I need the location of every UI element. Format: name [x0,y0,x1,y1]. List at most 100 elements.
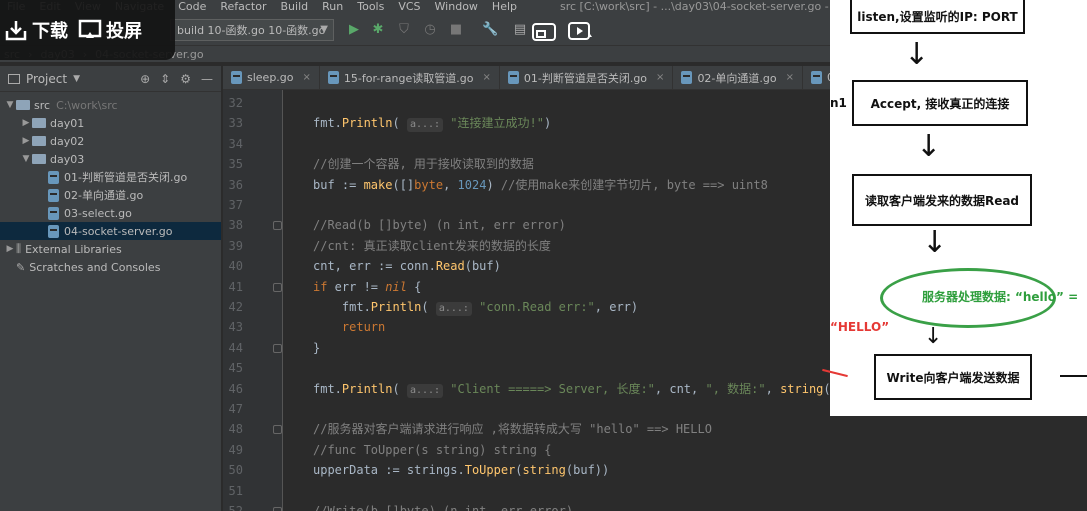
code-text: return [341,320,386,335]
flow-box-read: 读取客户端发来的数据Read [852,174,1032,226]
project-panel-title[interactable]: Project [26,72,67,86]
run-config-select[interactable]: build 10-函数.go 10-函数.go ▼ [170,19,334,41]
layout-icon[interactable]: ▤ [512,22,528,38]
code-line[interactable]: 46 fmt.Println( a...: "Client =====> Serv… [223,379,830,399]
tree-item[interactable]: ▼ src C:\work\src [0,96,221,114]
code-line[interactable]: 41 if err != nil { [223,277,830,297]
close-icon[interactable]: × [786,72,794,83]
code-line[interactable]: 37 [223,195,830,215]
code-line[interactable]: 40 cnt, err := conn.Read(buf) [223,256,830,276]
profile-icon[interactable]: ◷ [422,22,438,38]
arrow-down-icon: ↓ [922,225,948,260]
chevron-right-icon[interactable]: ▶ [20,118,32,128]
flow-box-accept: Accept, 接收真正的连接 [852,80,1028,126]
tree-item[interactable]: 04-socket-server.go [0,222,221,240]
tree-item[interactable]: 03-select.go [0,204,221,222]
code-line[interactable]: 35 //创建一个容器, 用于接收读取到的数据 [223,154,830,174]
fold-marker-icon[interactable] [273,507,282,511]
chevron-right-icon[interactable]: ▶ [20,136,32,146]
code-line[interactable]: 44} [223,338,830,358]
gear-icon[interactable]: ⚙ [180,72,191,86]
locate-icon[interactable]: ⊕ [140,72,150,86]
tree-item-label: External Libraries [25,242,122,256]
run-icon[interactable]: ▶ [346,22,362,38]
chevron-down-icon[interactable]: ▼ [73,74,80,84]
close-icon[interactable]: × [482,72,490,83]
chevron-down-icon[interactable]: ▼ [20,154,32,164]
tree-item[interactable]: ▶ ⫼ External Libraries [0,240,221,258]
tree-item-label: 03-select.go [64,206,132,220]
collapse-all-icon[interactable]: ⇕ [160,72,170,86]
coverage-icon[interactable]: ⛉ [396,22,412,38]
code-editor[interactable]: 32 33 fmt.Println( a...: "连接建立成功!") 34 35 //创… [223,90,830,511]
menu-item-build[interactable]: Build [274,0,316,12]
menu-item-window[interactable]: Window [428,0,485,12]
stop-icon[interactable]: ■ [448,22,464,38]
code-line[interactable]: 42 fmt.Println( a...: "conn.Read err:", … [223,297,830,317]
code-text: fmt.Println( a...: "连接建立成功!") [313,116,552,133]
fold-marker-icon[interactable] [273,425,282,435]
line-number: 34 [228,136,243,151]
debug-icon[interactable]: ✱ [370,22,386,38]
chevron-down-icon[interactable]: ▼ [4,100,16,110]
code-text: //cnt: 真正读取client发来的数据的长度 [313,238,551,253]
code-line[interactable]: 34 [223,134,830,154]
tree-item-path: C:\work\src [56,98,118,112]
tree-item[interactable]: ✎ Scratches and Consoles [0,258,221,276]
fold-marker-icon[interactable] [273,221,282,231]
editor-tab[interactable]: 02-单向通道.go × [673,66,804,89]
code-line[interactable]: 33 fmt.Println( a...: "连接建立成功!") [223,113,830,133]
fold-marker-icon[interactable] [273,282,282,292]
tree-item[interactable]: ▶ day01 [0,114,221,132]
arrow-down-icon: ↓ [916,129,942,164]
menu-item-help[interactable]: Help [485,0,524,12]
minimize-icon[interactable]: — [201,72,213,86]
tree-item[interactable]: 02-单向通道.go [0,186,221,204]
code-line[interactable]: 50 upperData := strings.ToUpper(string(bu… [223,460,830,480]
share-screen-button[interactable]: 投屏 [78,17,142,43]
code-line[interactable]: 38 //Read(b []byte) (n int, err error) [223,215,830,235]
code-line[interactable]: 43 return [223,317,830,337]
tree-item[interactable]: 01-判断管道是否关闭.go [0,168,221,186]
play-screen-icon[interactable] [566,18,594,46]
editor-tab[interactable]: sleep.go × [223,66,320,89]
code-line[interactable]: 52 //Write(b []byte) (n int, err error) [223,501,830,511]
line-number: 52 [228,504,243,511]
menu-item-tools[interactable]: Tools [350,0,391,12]
fold-marker-icon[interactable] [273,343,282,353]
editor-tab[interactable]: 03-select [803,66,830,89]
menu-item-code[interactable]: Code [171,0,213,12]
tree-item-label: day01 [50,116,85,130]
close-icon[interactable]: × [303,72,311,83]
menu-item-run[interactable]: Run [315,0,350,12]
tree-item[interactable]: ▶ day02 [0,132,221,150]
code-line[interactable]: 48 //服务器对客户端请求进行响应 ,将数据转成大写 "hello" ==> H… [223,419,830,439]
code-text: fmt.Println( a...: "Client =====> Server… [313,381,830,398]
menu-item-refactor[interactable]: Refactor [213,0,273,12]
line-number: 51 [228,483,243,498]
go-file-icon [507,71,519,84]
download-button[interactable]: 下载 [4,17,68,43]
line-number: 38 [228,218,243,233]
picture-in-picture-icon[interactable] [530,18,558,46]
menu-item-vcs[interactable]: VCS [391,0,427,12]
line-number: 45 [228,361,243,376]
code-line[interactable]: 47 [223,399,830,419]
editor-tab[interactable]: 01-判断管道是否关闭.go × [500,66,674,89]
editor-tabs: sleep.go × 15-for-range读取管道.go × 01-判断管道是否关闭… [223,66,830,90]
code-line[interactable]: 51 [223,481,830,501]
tree-item-label: 02-单向通道.go [64,189,144,202]
chevron-right-icon[interactable]: ▶ [4,244,16,254]
project-panel-icon [8,73,20,84]
code-line[interactable]: 49 //func ToUpper(s string) string { [223,440,830,460]
close-icon[interactable]: × [656,72,664,83]
arrow-down-icon: ↓ [924,324,943,349]
go-file-icon [48,206,59,220]
tree-item[interactable]: ▼ day03 [0,150,221,168]
code-line[interactable]: 39 //cnt: 真正读取client发来的数据的长度 [223,236,830,256]
code-line[interactable]: 36 buf := make([]byte, 1024) //使用make来创建字… [223,175,830,195]
code-line[interactable]: 45 [223,358,830,378]
editor-tab[interactable]: 15-for-range读取管道.go × [320,66,500,89]
code-line[interactable]: 32 [223,93,830,113]
wrench-icon[interactable]: 🔧 [482,22,498,38]
